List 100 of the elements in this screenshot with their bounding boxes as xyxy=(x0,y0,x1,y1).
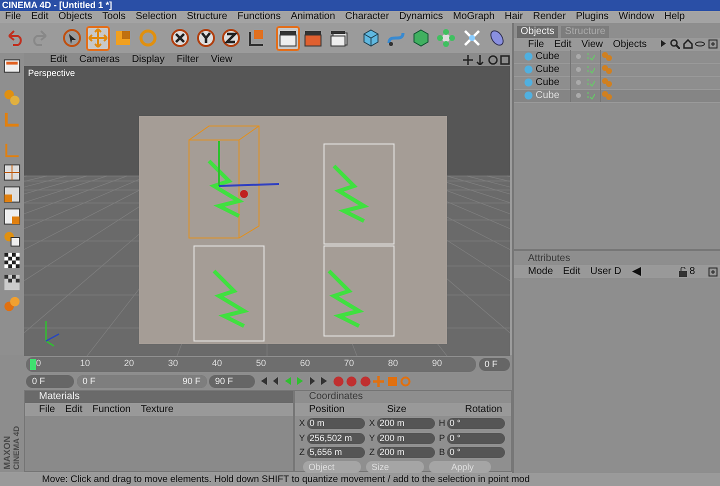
menu-item[interactable]: Dynamics xyxy=(399,11,443,23)
grid-icon[interactable] xyxy=(2,185,22,204)
menu-item[interactable]: Edit xyxy=(65,403,82,416)
menu-item[interactable]: Render xyxy=(533,11,566,23)
range-slider[interactable]: 0 F 90 F xyxy=(76,374,206,388)
menu-item[interactable]: File xyxy=(528,38,544,50)
tool-button[interactable] xyxy=(276,26,300,50)
menu-item[interactable]: View xyxy=(210,53,232,66)
axis-label: X xyxy=(368,417,376,430)
expand-arrows-icon xyxy=(462,28,482,48)
menu-item[interactable]: Objects xyxy=(58,11,92,23)
sphere-square-icon[interactable] xyxy=(2,229,22,248)
range-end: 90 F xyxy=(182,374,200,388)
menu-item[interactable]: Objects xyxy=(612,38,647,50)
tick-label: 80 xyxy=(388,357,400,370)
menu-item[interactable]: Character xyxy=(345,11,390,23)
value-field[interactable]: 200 m xyxy=(376,418,434,430)
menu-item[interactable]: Animation xyxy=(290,11,336,23)
rotate-view-icon[interactable] xyxy=(488,54,498,64)
timeline-ruler[interactable]: 0 10 20 30 40 50 60 70 80 90 xyxy=(26,357,476,372)
tick-label: 70 xyxy=(344,357,356,370)
menu-item[interactable]: Window xyxy=(618,11,654,23)
value-field[interactable]: 0 ° xyxy=(446,447,504,458)
dot-icon[interactable] xyxy=(576,54,581,59)
dot-icon[interactable] xyxy=(576,93,581,98)
move-view-icon[interactable] xyxy=(462,54,472,64)
menu-item[interactable]: User D xyxy=(590,265,622,278)
tick-label: 10 xyxy=(80,357,92,370)
menu-item[interactable]: Texture xyxy=(140,403,174,416)
window-title: CINEMA 4D - [Untitled 1 *] xyxy=(0,0,720,11)
object-name: Cube xyxy=(533,63,571,76)
menu-item[interactable]: Edit xyxy=(31,11,48,23)
check-icon[interactable] xyxy=(586,91,595,100)
check-icon[interactable] xyxy=(586,78,595,87)
record-icon[interactable] xyxy=(360,376,370,386)
menu-item[interactable]: File xyxy=(39,403,56,416)
value-field[interactable]: 0 ° xyxy=(446,418,504,430)
arrow-icon[interactable] xyxy=(658,39,668,48)
menu-item[interactable]: Edit xyxy=(554,38,572,50)
tick-label: 90 xyxy=(432,357,444,370)
frame-field[interactable]: 90 F xyxy=(209,374,255,388)
menu-item[interactable]: Functions xyxy=(237,11,281,23)
x-axis-icon xyxy=(170,28,190,48)
panel-tab[interactable]: Objects xyxy=(516,26,558,38)
home-icon[interactable] xyxy=(682,39,692,49)
next-frame-icon[interactable] xyxy=(308,376,318,386)
polygon-icon xyxy=(411,28,432,48)
record-icon[interactable] xyxy=(332,376,344,386)
flower-icon xyxy=(436,28,456,48)
maximize-icon[interactable] xyxy=(500,54,510,64)
menu-item[interactable]: Display xyxy=(132,53,165,66)
menu-item[interactable]: File xyxy=(5,11,22,23)
zoom-view-icon[interactable] xyxy=(475,54,485,64)
value-field[interactable]: 0 m xyxy=(306,418,364,430)
menu-item[interactable]: Mode xyxy=(528,265,554,278)
checker-icon[interactable] xyxy=(2,273,22,292)
menu-item[interactable]: Filter xyxy=(176,53,199,66)
menu-item[interactable]: Function xyxy=(92,403,131,416)
new-window-icon[interactable] xyxy=(708,266,718,276)
menu-item[interactable]: Tools xyxy=(102,11,126,23)
check-icon[interactable] xyxy=(586,65,595,74)
check-icon[interactable] xyxy=(586,52,595,61)
object-name: Cube xyxy=(533,76,571,89)
frame-field[interactable]: 0 F xyxy=(478,358,510,371)
new-window-icon[interactable] xyxy=(708,39,718,49)
value-field[interactable]: 5,656 m xyxy=(306,447,364,458)
object-row[interactable]: Cube xyxy=(514,50,720,64)
tick-label: 60 xyxy=(300,357,312,370)
menu-item[interactable]: Plugins xyxy=(576,11,609,23)
eye-icon[interactable] xyxy=(695,39,705,49)
value-field[interactable]: 200 m xyxy=(376,447,434,458)
world-axis-icon xyxy=(45,320,60,347)
grid-icon[interactable] xyxy=(2,163,22,182)
record-icon[interactable] xyxy=(346,376,357,386)
value-field[interactable]: 200 m xyxy=(376,432,434,444)
checker-icon[interactable] xyxy=(2,251,22,270)
menu-item[interactable]: View xyxy=(581,38,603,50)
tick-label: 20 xyxy=(124,357,136,370)
menu-item[interactable]: Selection xyxy=(136,11,177,23)
object-row[interactable]: Cube xyxy=(514,64,720,76)
grid-icon[interactable] xyxy=(2,207,22,226)
range-start: 0 F xyxy=(82,374,96,388)
menu-item[interactable]: Edit xyxy=(563,265,580,278)
axis-label: B xyxy=(438,446,446,459)
search-icon[interactable] xyxy=(670,39,680,49)
value-field[interactable]: 256,502 m xyxy=(306,432,364,444)
dot-icon[interactable] xyxy=(576,80,581,85)
tick-label: 40 xyxy=(212,357,224,370)
lock-icon[interactable] xyxy=(678,266,687,276)
value-field[interactable]: 0 ° xyxy=(446,432,504,444)
menu-item[interactable]: Edit xyxy=(50,53,68,66)
menu-item[interactable]: Help xyxy=(664,11,685,23)
menu-item[interactable]: Cameras xyxy=(79,53,120,66)
menu-item[interactable]: Structure xyxy=(186,11,228,23)
axis-label: P xyxy=(438,432,446,444)
dot-icon[interactable] xyxy=(576,67,581,72)
back-arrow-icon[interactable] xyxy=(631,267,642,276)
menu-item[interactable]: Hair xyxy=(504,11,524,23)
frame-field[interactable]: 0 F xyxy=(26,374,74,388)
menu-item[interactable]: MoGraph xyxy=(452,11,495,23)
